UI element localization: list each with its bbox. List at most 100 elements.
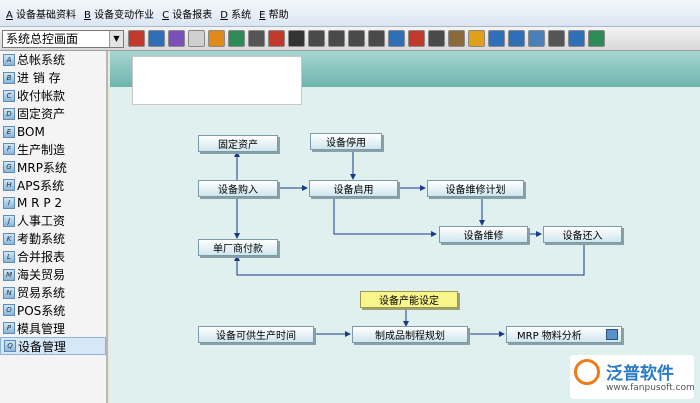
sidebar-item-key: Q xyxy=(4,340,16,353)
sidebar-item-o[interactable]: O POS系统 xyxy=(0,301,106,319)
exit-icon[interactable] xyxy=(588,30,605,47)
sidebar-item-key: I xyxy=(3,197,15,210)
line-icon[interactable] xyxy=(348,30,365,47)
sidebar-item-c[interactable]: C 收付帐款 xyxy=(0,87,106,105)
menu-item-b[interactable]: B 设备变动作业 xyxy=(84,6,154,21)
menu-item-key: A xyxy=(6,9,13,21)
menu-item-e[interactable]: E 帮助 xyxy=(259,6,289,21)
flow-equipment-repair[interactable]: 设备维修 xyxy=(439,226,528,243)
menu-item-label: 设备变动作业 xyxy=(90,9,155,21)
sidebar-item-label: 贸易系统 xyxy=(17,286,66,301)
sidebar-item-p[interactable]: P 模具管理 xyxy=(0,319,106,337)
bus-icon[interactable] xyxy=(148,30,165,47)
sidebar-item-label: 人事工资 xyxy=(17,214,66,229)
menu-item-key: D xyxy=(220,9,228,21)
sidebar-item-h[interactable]: H APS系统 xyxy=(0,176,106,194)
clipboard-icon[interactable] xyxy=(508,30,525,47)
sound-icon[interactable] xyxy=(468,30,485,47)
logo-url: www.fanpusoft.com xyxy=(606,383,695,393)
sidebar-item-label: 考勤系统 xyxy=(17,232,66,247)
sidebar-item-label: 海关贸易 xyxy=(17,268,66,283)
flow-capacity-setting[interactable]: 设备产能设定 xyxy=(360,291,458,308)
sidebar-item-k[interactable]: K 考勤系统 xyxy=(0,230,106,248)
sidebar-item-label: BOM xyxy=(17,124,45,139)
menu-item-key: B xyxy=(84,9,91,21)
folder-icon[interactable] xyxy=(208,30,225,47)
hook-icon[interactable] xyxy=(128,30,145,47)
flow-vendor-payment[interactable]: 单厂商付款 xyxy=(198,239,278,256)
sidebar-item-key: L xyxy=(3,250,15,263)
sidebar-item-key: A xyxy=(3,53,15,66)
copy-icon[interactable] xyxy=(528,30,545,47)
sidebar-item-i[interactable]: IM R P 2 xyxy=(0,194,106,212)
sidebar-item-q[interactable]: Q 设备管理 xyxy=(0,337,106,356)
logo-name: 泛普软件 xyxy=(606,364,674,384)
building-icon[interactable] xyxy=(448,30,465,47)
format-icon[interactable] xyxy=(488,30,505,47)
menu-item-label: 设备基础资料 xyxy=(12,9,77,21)
menu-item-label: 系统 xyxy=(227,9,252,21)
sidebar-item-label: 固定资产 xyxy=(17,107,66,122)
sidebar-item-key: K xyxy=(3,232,15,245)
sidebar-item-label: 生产制造 xyxy=(17,142,66,157)
grid-icon[interactable] xyxy=(388,30,405,47)
sidebar-item-l[interactable]: L 合并报表 xyxy=(0,248,106,266)
document-icon[interactable] xyxy=(188,30,205,47)
sidebar-item-label: 进 销 存 xyxy=(17,71,61,86)
globe-icon[interactable] xyxy=(228,30,245,47)
sidebar-item-m[interactable]: M 海关贸易 xyxy=(0,266,106,284)
sidebar-item-label: 设备管理 xyxy=(18,339,67,354)
book-icon[interactable] xyxy=(168,30,185,47)
chevron-down-icon[interactable]: ▼ xyxy=(109,30,123,47)
sidebar-item-label: 总帐系统 xyxy=(17,53,66,68)
note-icon[interactable] xyxy=(308,30,325,47)
menu-bar: A 设备基础资料 B 设备变动作业 C 设备报表 D 系统 E 帮助 xyxy=(0,0,700,27)
sidebar-item-key: B xyxy=(3,71,15,84)
sidebar-item-key: C xyxy=(3,89,15,102)
sidebar-item-f[interactable]: F 生产制造 xyxy=(0,140,106,158)
arrow-icon[interactable] xyxy=(288,30,305,47)
flow-mrp-analysis-label: MRP 物料分析 xyxy=(517,331,582,342)
sidebar-item-key: D xyxy=(3,107,15,120)
logo-mark-icon xyxy=(574,359,600,385)
flow-fixed-assets[interactable]: 固定资产 xyxy=(198,135,278,152)
sidebar-item-a[interactable]: A 总帐系统 xyxy=(0,51,106,69)
menu-item-label: 设备报表 xyxy=(169,9,213,21)
toolbar: 系统总控画面 ▼ xyxy=(0,27,700,51)
flow-available-time[interactable]: 设备可供生产时间 xyxy=(198,326,314,343)
sidebar-item-b[interactable]: B进 销 存 xyxy=(0,69,106,87)
window-icon[interactable] xyxy=(428,30,445,47)
flow-equipment-return[interactable]: 设备还入 xyxy=(543,226,622,243)
table-icon xyxy=(606,329,618,340)
flow-production-schedule[interactable]: 制成品制程规划 xyxy=(352,326,468,343)
sidebar-item-label: MRP系统 xyxy=(17,160,67,175)
flow-equipment-purchase[interactable]: 设备购入 xyxy=(198,180,278,197)
sidebar-item-key: M xyxy=(3,268,15,281)
sidebar-item-d[interactable]: D 固定资产 xyxy=(0,105,106,123)
menu-item-a[interactable]: A 设备基础资料 xyxy=(6,6,76,21)
sidebar-item-key: O xyxy=(3,304,15,317)
main-panel: 固定资产 设备停用 设备购入 设备启用 设备维修计划 设备维修 设备还入 单厂商… xyxy=(110,51,700,403)
system-select[interactable]: 系统总控画面 ▼ xyxy=(2,29,124,48)
sidebar-item-j[interactable]: J 人事工资 xyxy=(0,212,106,230)
flow-mrp-analysis[interactable]: MRP 物料分析 xyxy=(506,326,622,343)
flag-icon[interactable] xyxy=(268,30,285,47)
table-icon[interactable] xyxy=(568,30,585,47)
sidebar-item-g[interactable]: G MRP系统 xyxy=(0,158,106,176)
chart-icon[interactable] xyxy=(408,30,425,47)
sidebar-item-key: F xyxy=(3,143,15,156)
close-icon[interactable] xyxy=(548,30,565,47)
sidebar-item-key: H xyxy=(3,179,15,192)
eraser-icon[interactable] xyxy=(368,30,385,47)
flow-equipment-stop[interactable]: 设备停用 xyxy=(310,133,382,150)
menu-item-c[interactable]: C 设备报表 xyxy=(162,6,212,21)
flow-equipment-enable[interactable]: 设备启用 xyxy=(309,180,398,197)
sidebar-item-n[interactable]: N 贸易系统 xyxy=(0,284,106,302)
sidebar-item-e[interactable]: E BOM xyxy=(0,123,106,141)
sidebar-item-label: 收付帐款 xyxy=(17,89,66,104)
flow-maintenance-plan[interactable]: 设备维修计划 xyxy=(427,180,524,197)
menu-item-d[interactable]: D 系统 xyxy=(220,6,251,21)
sidebar-item-key: E xyxy=(3,125,15,138)
people-icon[interactable] xyxy=(248,30,265,47)
draw-icon[interactable] xyxy=(328,30,345,47)
